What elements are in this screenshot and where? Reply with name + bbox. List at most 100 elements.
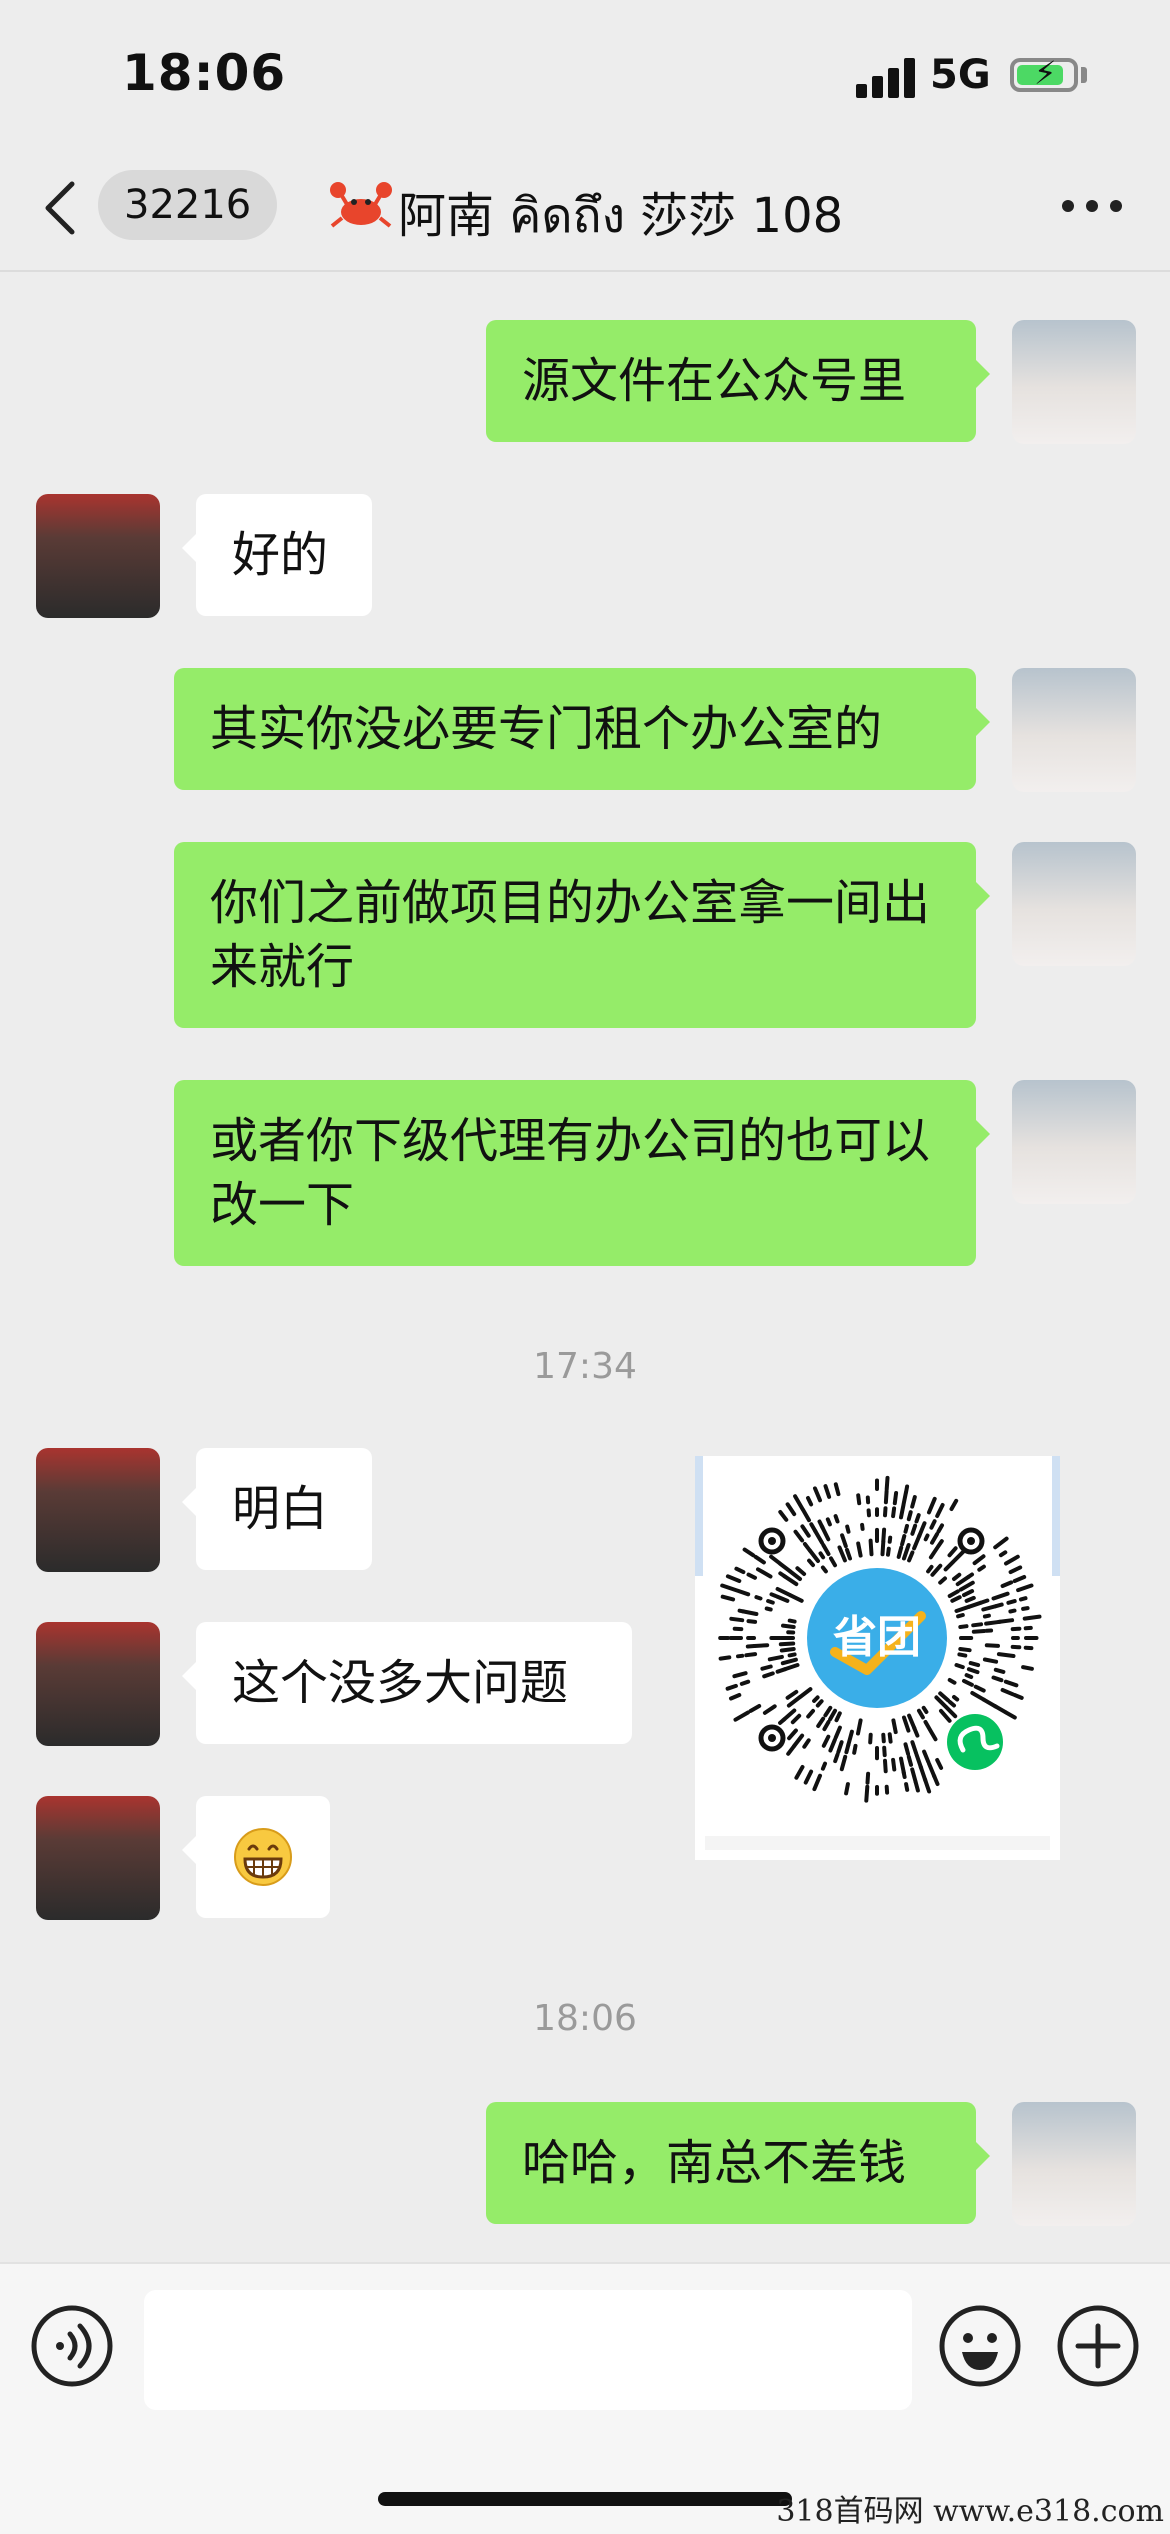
qr-code-mark: [883, 1735, 884, 1742]
message-bubble-outgoing[interactable]: 其实你没必要专门租个办公室的: [174, 668, 976, 790]
qr-code-image[interactable]: 省团: [695, 1456, 1060, 1860]
my-avatar[interactable]: [1012, 320, 1136, 444]
qr-code-mark: [755, 1645, 768, 1646]
qr-code-mark: [1023, 1608, 1028, 1609]
my-avatar[interactable]: [1012, 1080, 1136, 1204]
qr-code-mark: [885, 1761, 886, 1772]
my-avatar[interactable]: [1012, 668, 1136, 792]
qr-code-mark: [960, 1649, 969, 1650]
mini-program-qr-code: 省团: [695, 1456, 1060, 1860]
chat-header: 32216 阿南 คิดถึง 莎莎 108: [0, 150, 1170, 270]
qr-code-mark: [954, 1697, 957, 1700]
qr-code-mark: [890, 1538, 891, 1542]
contact-avatar[interactable]: [36, 1622, 160, 1746]
qr-code-mark: [778, 1669, 786, 1672]
unread-count-badge[interactable]: 32216: [98, 170, 277, 240]
contact-avatar[interactable]: [36, 494, 160, 618]
qr-code-mark: [756, 1597, 760, 1598]
qr-code-mark: [868, 1774, 869, 1783]
qr-code-mark: [924, 1708, 927, 1712]
crab-emoji-icon: [328, 172, 394, 238]
qr-code-mark: [912, 1526, 915, 1534]
contact-avatar[interactable]: [36, 1796, 160, 1920]
header-divider: [0, 270, 1170, 272]
qr-code-mark: [885, 1508, 886, 1515]
qr-code-mark: [996, 1605, 1002, 1607]
qr-code-mark: [906, 1744, 909, 1754]
qr-code-mark: [909, 1757, 911, 1765]
qr-code-mark: [836, 1516, 838, 1521]
qr-code-mark: [887, 1478, 888, 1489]
qr-code-mark: [858, 1544, 860, 1556]
qr-code-mark: [790, 1621, 795, 1622]
qr-code-mark: [772, 1594, 776, 1596]
plus-icon[interactable]: [1056, 2304, 1140, 2388]
my-avatar[interactable]: [1012, 842, 1136, 966]
qr-code-mark: [950, 1680, 955, 1683]
back-button[interactable]: [40, 178, 80, 238]
qr-code-mark: [1010, 1611, 1014, 1612]
qr-code-mark: [960, 1626, 966, 1627]
watermark: 318首码网 www.e318.com: [776, 2486, 1164, 2530]
qr-code-mark: [728, 1686, 736, 1689]
message-timestamp: 18:06: [0, 1998, 1170, 2039]
qr-code-mark: [888, 1549, 889, 1555]
contact-avatar[interactable]: [36, 1448, 160, 1572]
qr-code-mark: [790, 1654, 795, 1655]
message-bubble-outgoing[interactable]: 源文件在公众号里: [486, 320, 976, 442]
qr-code-mark: [1008, 1601, 1014, 1603]
qr-code-mark: [971, 1663, 978, 1665]
qr-code-mark: [883, 1542, 884, 1554]
message-bubble-incoming[interactable]: [196, 1796, 330, 1918]
qr-code-mark: [871, 1541, 872, 1555]
qr-code-mark: [767, 1609, 771, 1610]
voice-icon[interactable]: [30, 2304, 114, 2388]
qr-code-mark: [818, 1701, 822, 1705]
more-button[interactable]: [1062, 200, 1122, 214]
qr-code-mark: [893, 1720, 895, 1732]
message-bubble-incoming[interactable]: 明白: [196, 1448, 372, 1570]
qr-code-mark: [899, 1548, 902, 1557]
my-avatar[interactable]: [1012, 2102, 1136, 2226]
qr-code-mark: [969, 1669, 978, 1672]
qr-code-mark: [926, 1536, 928, 1540]
message-bubble-incoming[interactable]: 好的: [196, 494, 372, 616]
qr-code-mark: [950, 1702, 954, 1706]
qr-code-mark: [906, 1526, 908, 1532]
qr-code-mark: [901, 1506, 903, 1518]
home-indicator: [378, 2492, 792, 2506]
qr-code-mark: [1025, 1617, 1040, 1619]
qr-code-mark: [749, 1621, 756, 1622]
message-bubble-outgoing[interactable]: 你们之前做项目的办公室拿一间出来就行: [174, 842, 976, 1028]
qr-code-mark: [904, 1771, 905, 1777]
qr-code-mark: [906, 1487, 907, 1492]
qr-code-mark: [974, 1631, 984, 1632]
message-bubble-outgoing[interactable]: 哈哈，南总不差钱: [486, 2102, 976, 2224]
qr-code-mark: [957, 1665, 963, 1667]
message-bubble-outgoing[interactable]: 或者你下级代理有办公司的也可以改一下: [174, 1080, 976, 1266]
qr-code-mark: [783, 1626, 794, 1627]
qr-code-mark: [821, 1553, 824, 1557]
qr-code-mark: [902, 1536, 904, 1544]
message-timestamp: 17:34: [0, 1346, 1170, 1387]
qr-code-mark: [782, 1649, 794, 1651]
message-input[interactable]: [144, 2290, 912, 2410]
qr-code-mark: [781, 1644, 793, 1645]
qr-code-mark: [866, 1787, 867, 1801]
qr-code-mark: [858, 1495, 859, 1503]
qr-code-mark: [846, 1744, 848, 1752]
chat-title: 阿南 คิดถึง 莎莎 108: [398, 176, 843, 254]
qr-code-mark: [1015, 1695, 1022, 1698]
qr-code-mark: [883, 1530, 884, 1542]
qr-code-mark: [721, 1657, 730, 1658]
qr-code-mark: [862, 1525, 863, 1529]
qr-code-mark: [854, 1746, 855, 1753]
status-time: 18:06: [122, 44, 286, 102]
message-bubble-incoming[interactable]: 这个没多大问题: [196, 1622, 632, 1744]
qr-code-mark: [890, 1734, 891, 1741]
qr-code-mark: [823, 1568, 826, 1572]
qr-code-mark: [738, 1656, 742, 1657]
qr-code-mark: [847, 1527, 848, 1532]
qr-code-mark: [1021, 1598, 1026, 1599]
emoji-icon[interactable]: [938, 2304, 1022, 2388]
